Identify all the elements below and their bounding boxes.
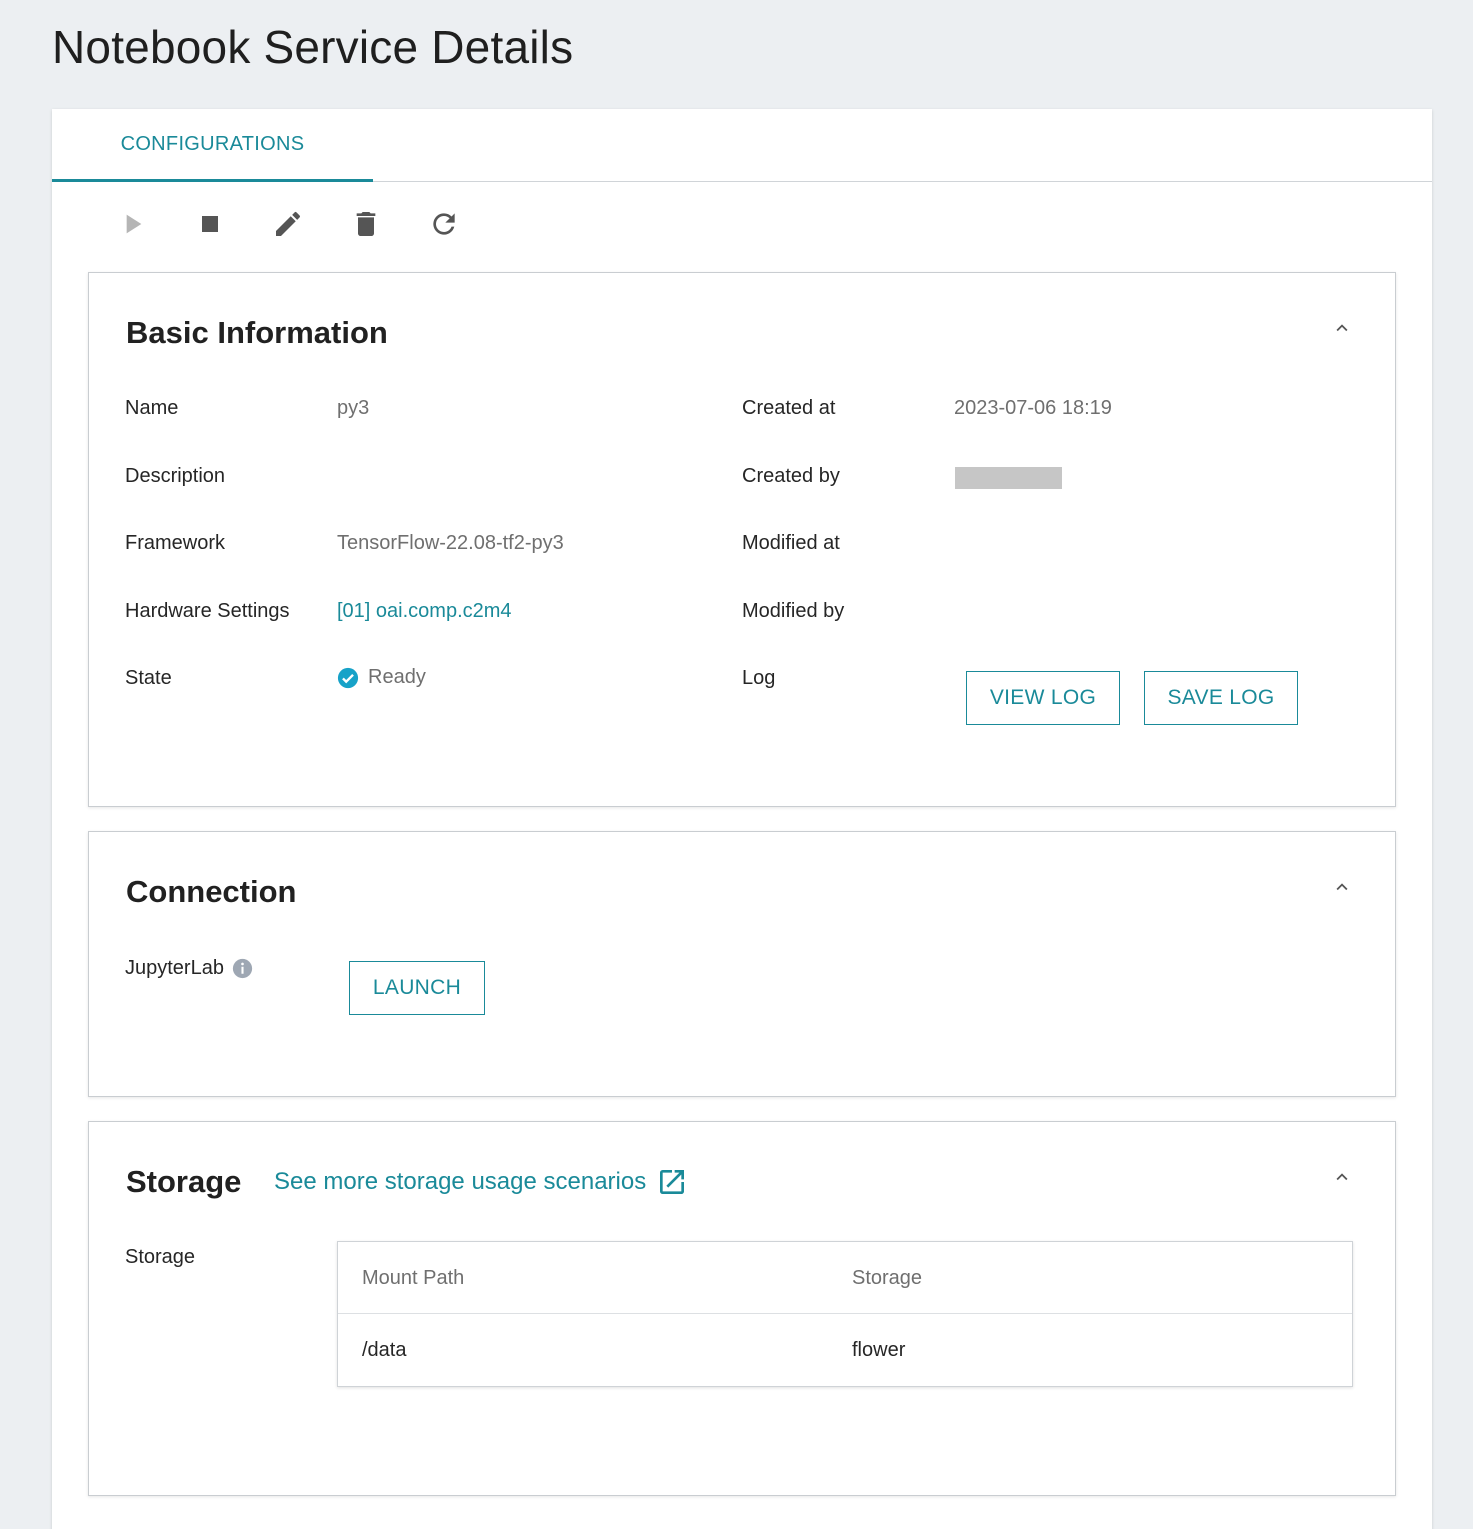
created-at-value: 2023-07-06 18:19: [954, 397, 1112, 419]
collapse-button[interactable]: [1327, 313, 1357, 343]
table-row: /data flower: [338, 1314, 1352, 1386]
view-log-button[interactable]: VIEW LOG: [966, 671, 1120, 725]
tab-configurations[interactable]: CONFIGURATIONS: [52, 109, 373, 182]
log-label: Log: [742, 667, 776, 689]
name-label: Name: [125, 397, 179, 419]
start-button[interactable]: [112, 204, 152, 244]
collapse-button[interactable]: [1327, 1162, 1357, 1192]
edit-icon: [276, 211, 301, 236]
storage-cell: flower: [852, 1338, 906, 1361]
tab-bar: CONFIGURATIONS: [52, 109, 1432, 182]
section-title: Basic Information: [126, 315, 388, 350]
refresh-button[interactable]: [424, 204, 464, 244]
info-icon[interactable]: [232, 958, 253, 979]
storage-scenarios-text: See more storage usage scenarios: [274, 1168, 647, 1195]
chevron-up-icon: [1336, 324, 1348, 332]
stop-icon: [202, 216, 218, 232]
jupyterlab-text: JupyterLab: [125, 957, 224, 979]
created-at-label: Created at: [742, 397, 836, 419]
connection-section: Connection JupyterLab LAUNCH: [88, 831, 1396, 1097]
storage-label: Storage: [125, 1246, 196, 1268]
save-log-button[interactable]: SAVE LOG: [1144, 671, 1298, 725]
basic-information-section: Basic Information Name py3 Description F…: [88, 272, 1396, 807]
state-value: Ready: [337, 666, 426, 689]
launch-button[interactable]: LAUNCH: [349, 961, 485, 1015]
name-value: py3: [337, 397, 370, 419]
edit-button[interactable]: [268, 204, 308, 244]
modified-by-label: Modified by: [742, 600, 845, 622]
section-title: Connection: [126, 874, 297, 909]
check-circle-icon: [337, 667, 359, 688]
storage-table: Mount Path Storage /data flower: [337, 1241, 1353, 1387]
hardware-settings-label: Hardware Settings: [125, 600, 290, 622]
jupyterlab-label: JupyterLab: [125, 957, 253, 980]
page-title: Notebook Service Details: [52, 21, 574, 73]
collapse-button[interactable]: [1327, 872, 1357, 902]
section-title: Storage: [126, 1164, 242, 1199]
chevron-up-icon: [1336, 883, 1348, 891]
storage-scenarios-link[interactable]: See more storage usage scenarios: [274, 1166, 688, 1198]
external-link-icon: [660, 1170, 685, 1194]
chevron-up-icon: [1336, 1173, 1348, 1181]
column-header: Storage: [852, 1266, 923, 1289]
created-by-redacted: [955, 467, 1062, 489]
mount-path-cell: /data: [362, 1338, 407, 1361]
hardware-settings-link[interactable]: [01] oai.comp.c2m4: [337, 600, 512, 623]
framework-label: Framework: [125, 532, 226, 554]
action-toolbar: [112, 204, 502, 244]
created-by-label: Created by: [742, 465, 840, 487]
column-header: Mount Path: [362, 1266, 465, 1289]
delete-button[interactable]: [346, 204, 386, 244]
delete-icon: [356, 212, 376, 236]
table-header: Mount Path Storage: [338, 1242, 1352, 1314]
framework-value: TensorFlow-22.08-tf2-py3: [337, 532, 564, 554]
description-label: Description: [125, 465, 226, 487]
storage-section: Storage See more storage usage scenarios…: [88, 1121, 1396, 1496]
state-text: Ready: [368, 666, 426, 688]
state-label: State: [125, 667, 172, 689]
refresh-icon: [433, 213, 455, 235]
stop-button[interactable]: [190, 204, 230, 244]
main-card: CONFIGURATIONS Basic Information Name py…: [52, 109, 1432, 1529]
play-icon: [126, 214, 142, 234]
modified-at-label: Modified at: [742, 532, 840, 554]
